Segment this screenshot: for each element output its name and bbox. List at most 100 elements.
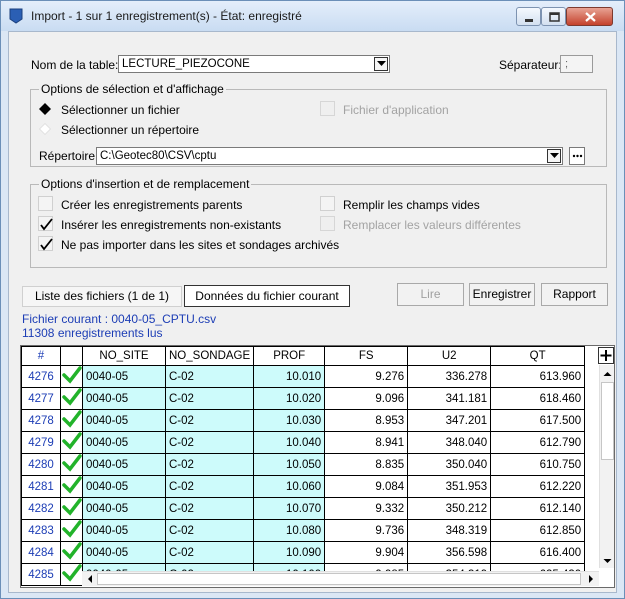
- u2-cell[interactable]: 350.212: [407, 497, 492, 520]
- status-cell[interactable]: [60, 453, 83, 476]
- no-sondage-cell[interactable]: C-02: [164, 453, 255, 476]
- u2-cell[interactable]: 356.598: [407, 541, 492, 564]
- app-file-checkbox[interactable]: [320, 101, 335, 116]
- no-site-cell[interactable]: 0040-05: [82, 453, 166, 476]
- prof-cell[interactable]: 10.020: [253, 387, 326, 410]
- table-select[interactable]: LECTURE_PIEZOCONE: [118, 55, 390, 73]
- row-number-cell[interactable]: 4285: [21, 563, 61, 586]
- column-header[interactable]: U2: [407, 346, 492, 366]
- qt-cell[interactable]: 616.400: [490, 541, 586, 564]
- fs-cell[interactable]: 9.276: [324, 365, 409, 388]
- status-cell[interactable]: [60, 541, 83, 564]
- column-header[interactable]: QT: [490, 346, 586, 366]
- arrow-down-icon[interactable]: [600, 554, 615, 568]
- add-column-button[interactable]: [598, 347, 614, 364]
- u2-cell[interactable]: 347.201: [407, 409, 492, 432]
- tab-files-list[interactable]: Liste des fichiers (1 de 1): [22, 286, 182, 307]
- row-number-cell[interactable]: 4280: [21, 453, 61, 476]
- tab-current-data[interactable]: Données du fichier courant: [184, 285, 350, 307]
- horizontal-scrollbar[interactable]: [82, 571, 599, 586]
- table-row[interactable]: 4277 0040-05 C-02 10.020 9.096 341.181 618.460: [21, 387, 586, 410]
- row-number-cell[interactable]: 4282: [21, 497, 61, 520]
- no-sondage-cell[interactable]: C-02: [164, 519, 255, 542]
- prof-cell[interactable]: 10.090: [253, 541, 326, 564]
- no-site-cell[interactable]: 0040-05: [82, 431, 166, 454]
- column-header[interactable]: NO_SITE: [82, 346, 166, 366]
- report-button[interactable]: Rapport: [541, 283, 608, 306]
- radio-selected-icon[interactable]: [39, 103, 51, 115]
- u2-cell[interactable]: 351.953: [407, 475, 492, 498]
- vertical-scroll-thumb[interactable]: [601, 382, 614, 460]
- u2-cell[interactable]: 350.040: [407, 453, 492, 476]
- no-sondage-cell[interactable]: C-02: [164, 475, 255, 498]
- no-archived-checkbox[interactable]: [38, 236, 53, 251]
- row-number-cell[interactable]: 4277: [21, 387, 61, 410]
- row-number-cell[interactable]: 4284: [21, 541, 61, 564]
- row-number-cell[interactable]: 4276: [21, 365, 61, 388]
- fill-empty-checkbox[interactable]: [320, 196, 335, 211]
- no-sondage-cell[interactable]: C-02: [164, 409, 255, 432]
- chevron-down-icon[interactable]: [374, 57, 388, 71]
- row-number-cell[interactable]: 4279: [21, 431, 61, 454]
- no-sondage-cell[interactable]: C-02: [164, 387, 255, 410]
- status-cell[interactable]: [60, 519, 83, 542]
- fs-cell[interactable]: 8.953: [324, 409, 409, 432]
- u2-cell[interactable]: 336.278: [407, 365, 492, 388]
- select-directory-label[interactable]: Sélectionner un répertoire: [61, 123, 199, 137]
- prof-cell[interactable]: 10.070: [253, 497, 326, 520]
- replace-different-checkbox[interactable]: [320, 216, 335, 231]
- status-cell[interactable]: [60, 563, 83, 586]
- u2-cell[interactable]: 341.181: [407, 387, 492, 410]
- no-sondage-cell[interactable]: C-02: [164, 541, 255, 564]
- status-cell[interactable]: [60, 497, 83, 520]
- fs-cell[interactable]: 8.835: [324, 453, 409, 476]
- table-row[interactable]: 4284 0040-05 C-02 10.090 9.904 356.598 616.400: [21, 541, 586, 564]
- no-sondage-cell[interactable]: C-02: [164, 497, 255, 520]
- separator-field[interactable]: ;: [560, 55, 593, 73]
- table-row[interactable]: 4281 0040-05 C-02 10.060 9.084 351.953 612.220: [21, 475, 586, 498]
- u2-cell[interactable]: 348.319: [407, 519, 492, 542]
- status-cell[interactable]: [60, 431, 83, 454]
- fs-cell[interactable]: 8.941: [324, 431, 409, 454]
- qt-cell[interactable]: 612.220: [490, 475, 586, 498]
- column-header[interactable]: #: [21, 346, 61, 366]
- fs-cell[interactable]: 9.904: [324, 541, 409, 564]
- no-sondage-cell[interactable]: C-02: [164, 431, 255, 454]
- read-button[interactable]: Lire: [397, 283, 464, 306]
- no-site-cell[interactable]: 0040-05: [82, 475, 166, 498]
- status-cell[interactable]: [60, 409, 83, 432]
- status-cell[interactable]: [60, 365, 83, 388]
- prof-cell[interactable]: 10.030: [253, 409, 326, 432]
- no-site-cell[interactable]: 0040-05: [82, 409, 166, 432]
- table-row[interactable]: 4276 0040-05 C-02 10.010 9.276 336.278 613.960: [21, 365, 586, 388]
- no-site-cell[interactable]: 0040-05: [82, 497, 166, 520]
- fs-cell[interactable]: 9.332: [324, 497, 409, 520]
- fs-cell[interactable]: 9.084: [324, 475, 409, 498]
- row-number-cell[interactable]: 4281: [21, 475, 61, 498]
- table-row[interactable]: 4278 0040-05 C-02 10.030 8.953 347.201 617.500: [21, 409, 586, 432]
- row-number-cell[interactable]: 4278: [21, 409, 61, 432]
- qt-cell[interactable]: 618.460: [490, 387, 586, 410]
- minimize-button[interactable]: [516, 7, 541, 26]
- save-button[interactable]: Enregistrer: [469, 283, 535, 306]
- row-number-cell[interactable]: 4283: [21, 519, 61, 542]
- horizontal-scroll-thumb[interactable]: [97, 573, 581, 585]
- qt-cell[interactable]: 610.750: [490, 453, 586, 476]
- data-grid[interactable]: # NO_SITE NO_SONDAGE PROF FS U2 QT 4276 0040-05…: [20, 345, 615, 588]
- title-bar[interactable]: Import - 1 sur 1 enregistrement(s) - Éta…: [1, 1, 624, 31]
- chevron-down-icon[interactable]: [547, 149, 561, 163]
- arrow-left-icon[interactable]: [83, 572, 97, 586]
- arrow-up-icon[interactable]: [600, 367, 615, 381]
- create-parents-checkbox[interactable]: [38, 196, 53, 211]
- column-header[interactable]: FS: [324, 346, 409, 366]
- table-row[interactable]: 4279 0040-05 C-02 10.040 8.941 348.040 612.790: [21, 431, 586, 454]
- prof-cell[interactable]: 10.060: [253, 475, 326, 498]
- maximize-button[interactable]: [541, 7, 566, 26]
- qt-cell[interactable]: 613.960: [490, 365, 586, 388]
- no-site-cell[interactable]: 0040-05: [82, 541, 166, 564]
- status-cell[interactable]: [60, 387, 83, 410]
- radio-unselected-icon[interactable]: [39, 123, 51, 135]
- column-header[interactable]: [60, 346, 83, 366]
- arrow-right-icon[interactable]: [584, 572, 598, 586]
- fs-cell[interactable]: 9.096: [324, 387, 409, 410]
